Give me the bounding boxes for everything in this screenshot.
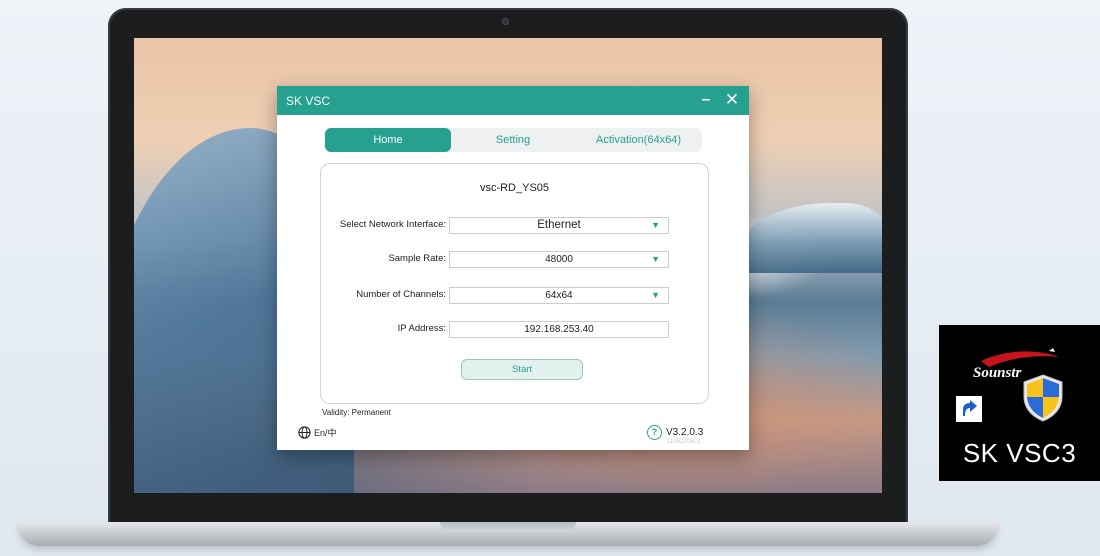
channels-row: Number of Channels: 64x64 ▼	[321, 287, 708, 304]
globe-icon	[298, 426, 311, 439]
channels-value: 64x64	[545, 290, 573, 301]
minimize-button[interactable]: –	[695, 89, 717, 111]
version-info: ? V3.2.0.3	[647, 425, 703, 440]
ip-address-value: 192.168.253.40	[524, 324, 594, 335]
wallpaper-wave-crest	[734, 203, 882, 273]
uac-shield-icon	[1023, 374, 1063, 422]
laptop-base-notch	[440, 522, 576, 532]
camera-icon	[502, 18, 509, 25]
help-icon[interactable]: ?	[647, 425, 662, 440]
channels-label: Number of Channels:	[356, 289, 446, 300]
build-number: 1106220503	[667, 439, 700, 445]
shortcut-label: SK VSC3	[962, 438, 1077, 468]
sample-rate-value: 48000	[545, 254, 573, 265]
language-label: En/中	[314, 428, 337, 438]
dropdown-caret-icon: ▼	[651, 290, 660, 300]
device-name: vsc-RD_YS05	[479, 182, 550, 194]
sk-vsc-window: SK VSC – ✕ Home Setting Activation(64x64…	[277, 86, 749, 450]
logo-text: Sounstr	[973, 365, 1022, 381]
tab-activation[interactable]: Activation(64x64)	[575, 128, 702, 152]
version-label: V3.2.0.3	[666, 427, 704, 438]
dropdown-caret-icon: ▼	[651, 220, 660, 230]
ip-address-row: IP Address: 192.168.253.40	[321, 321, 708, 338]
validity-text: Validity: Permanent	[322, 408, 391, 417]
language-switch[interactable]: En/中	[298, 426, 337, 439]
start-button[interactable]: Start	[461, 359, 583, 380]
sample-rate-select[interactable]: 48000 ▼	[449, 251, 669, 268]
network-interface-value: Ethernet	[537, 219, 581, 231]
network-interface-row: Select Network Interface: Ethernet ▼	[321, 217, 708, 234]
sample-rate-label: Sample Rate:	[388, 253, 446, 264]
laptop-base	[18, 522, 998, 546]
window-title: SK VSC	[286, 93, 331, 108]
dropdown-caret-icon: ▼	[651, 254, 660, 264]
title-bar[interactable]: SK VSC – ✕	[277, 86, 749, 115]
home-panel: vsc-RD_YS05 Select Network Interface: Et…	[320, 163, 709, 404]
tab-home[interactable]: Home	[325, 128, 451, 152]
sk-vsc3-shortcut[interactable]: Sounstr SK VSC3	[939, 325, 1100, 481]
ip-address-field[interactable]: 192.168.253.40	[449, 321, 669, 338]
ip-address-label: IP Address:	[397, 323, 446, 334]
channels-select[interactable]: 64x64 ▼	[449, 287, 669, 304]
tab-bar: Home Setting Activation(64x64)	[325, 128, 702, 152]
close-button[interactable]: ✕	[721, 89, 743, 111]
shortcut-arrow-icon	[956, 396, 982, 422]
network-interface-select[interactable]: Ethernet ▼	[449, 217, 669, 234]
network-interface-label: Select Network Interface:	[339, 219, 446, 230]
sample-rate-row: Sample Rate: 48000 ▼	[321, 251, 708, 268]
tab-setting[interactable]: Setting	[451, 128, 575, 152]
